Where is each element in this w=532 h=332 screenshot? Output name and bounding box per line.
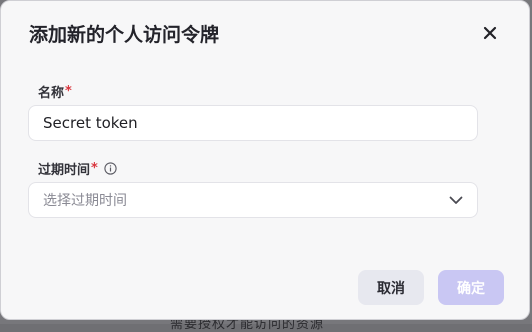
expiry-select-placeholder: 选择过期时间 — [43, 193, 127, 209]
name-field-label: 名称 * — [38, 82, 72, 101]
name-label-text: 名称 — [38, 86, 65, 101]
cancel-button[interactable]: 取消 — [358, 270, 424, 305]
expiry-label-text: 过期时间 — [38, 163, 91, 178]
info-icon[interactable] — [104, 162, 117, 175]
add-token-dialog: 添加新的个人访问令牌 名称* 过期时间* 选择过期时间 取消 确定 — [0, 0, 530, 320]
confirm-button[interactable]: 确定 — [438, 270, 504, 305]
chevron-down-icon — [449, 196, 463, 205]
name-required-mark: * — [65, 84, 72, 99]
token-name-input[interactable] — [28, 105, 478, 141]
expiry-required-mark: * — [91, 161, 98, 176]
expiry-date-select[interactable]: 选择过期时间 — [28, 182, 478, 218]
close-button[interactable] — [479, 22, 501, 44]
close-icon — [483, 26, 497, 40]
expiry-field-label: 过期时间 * — [38, 159, 117, 178]
dialog-title: 添加新的个人访问令牌 — [29, 24, 220, 46]
